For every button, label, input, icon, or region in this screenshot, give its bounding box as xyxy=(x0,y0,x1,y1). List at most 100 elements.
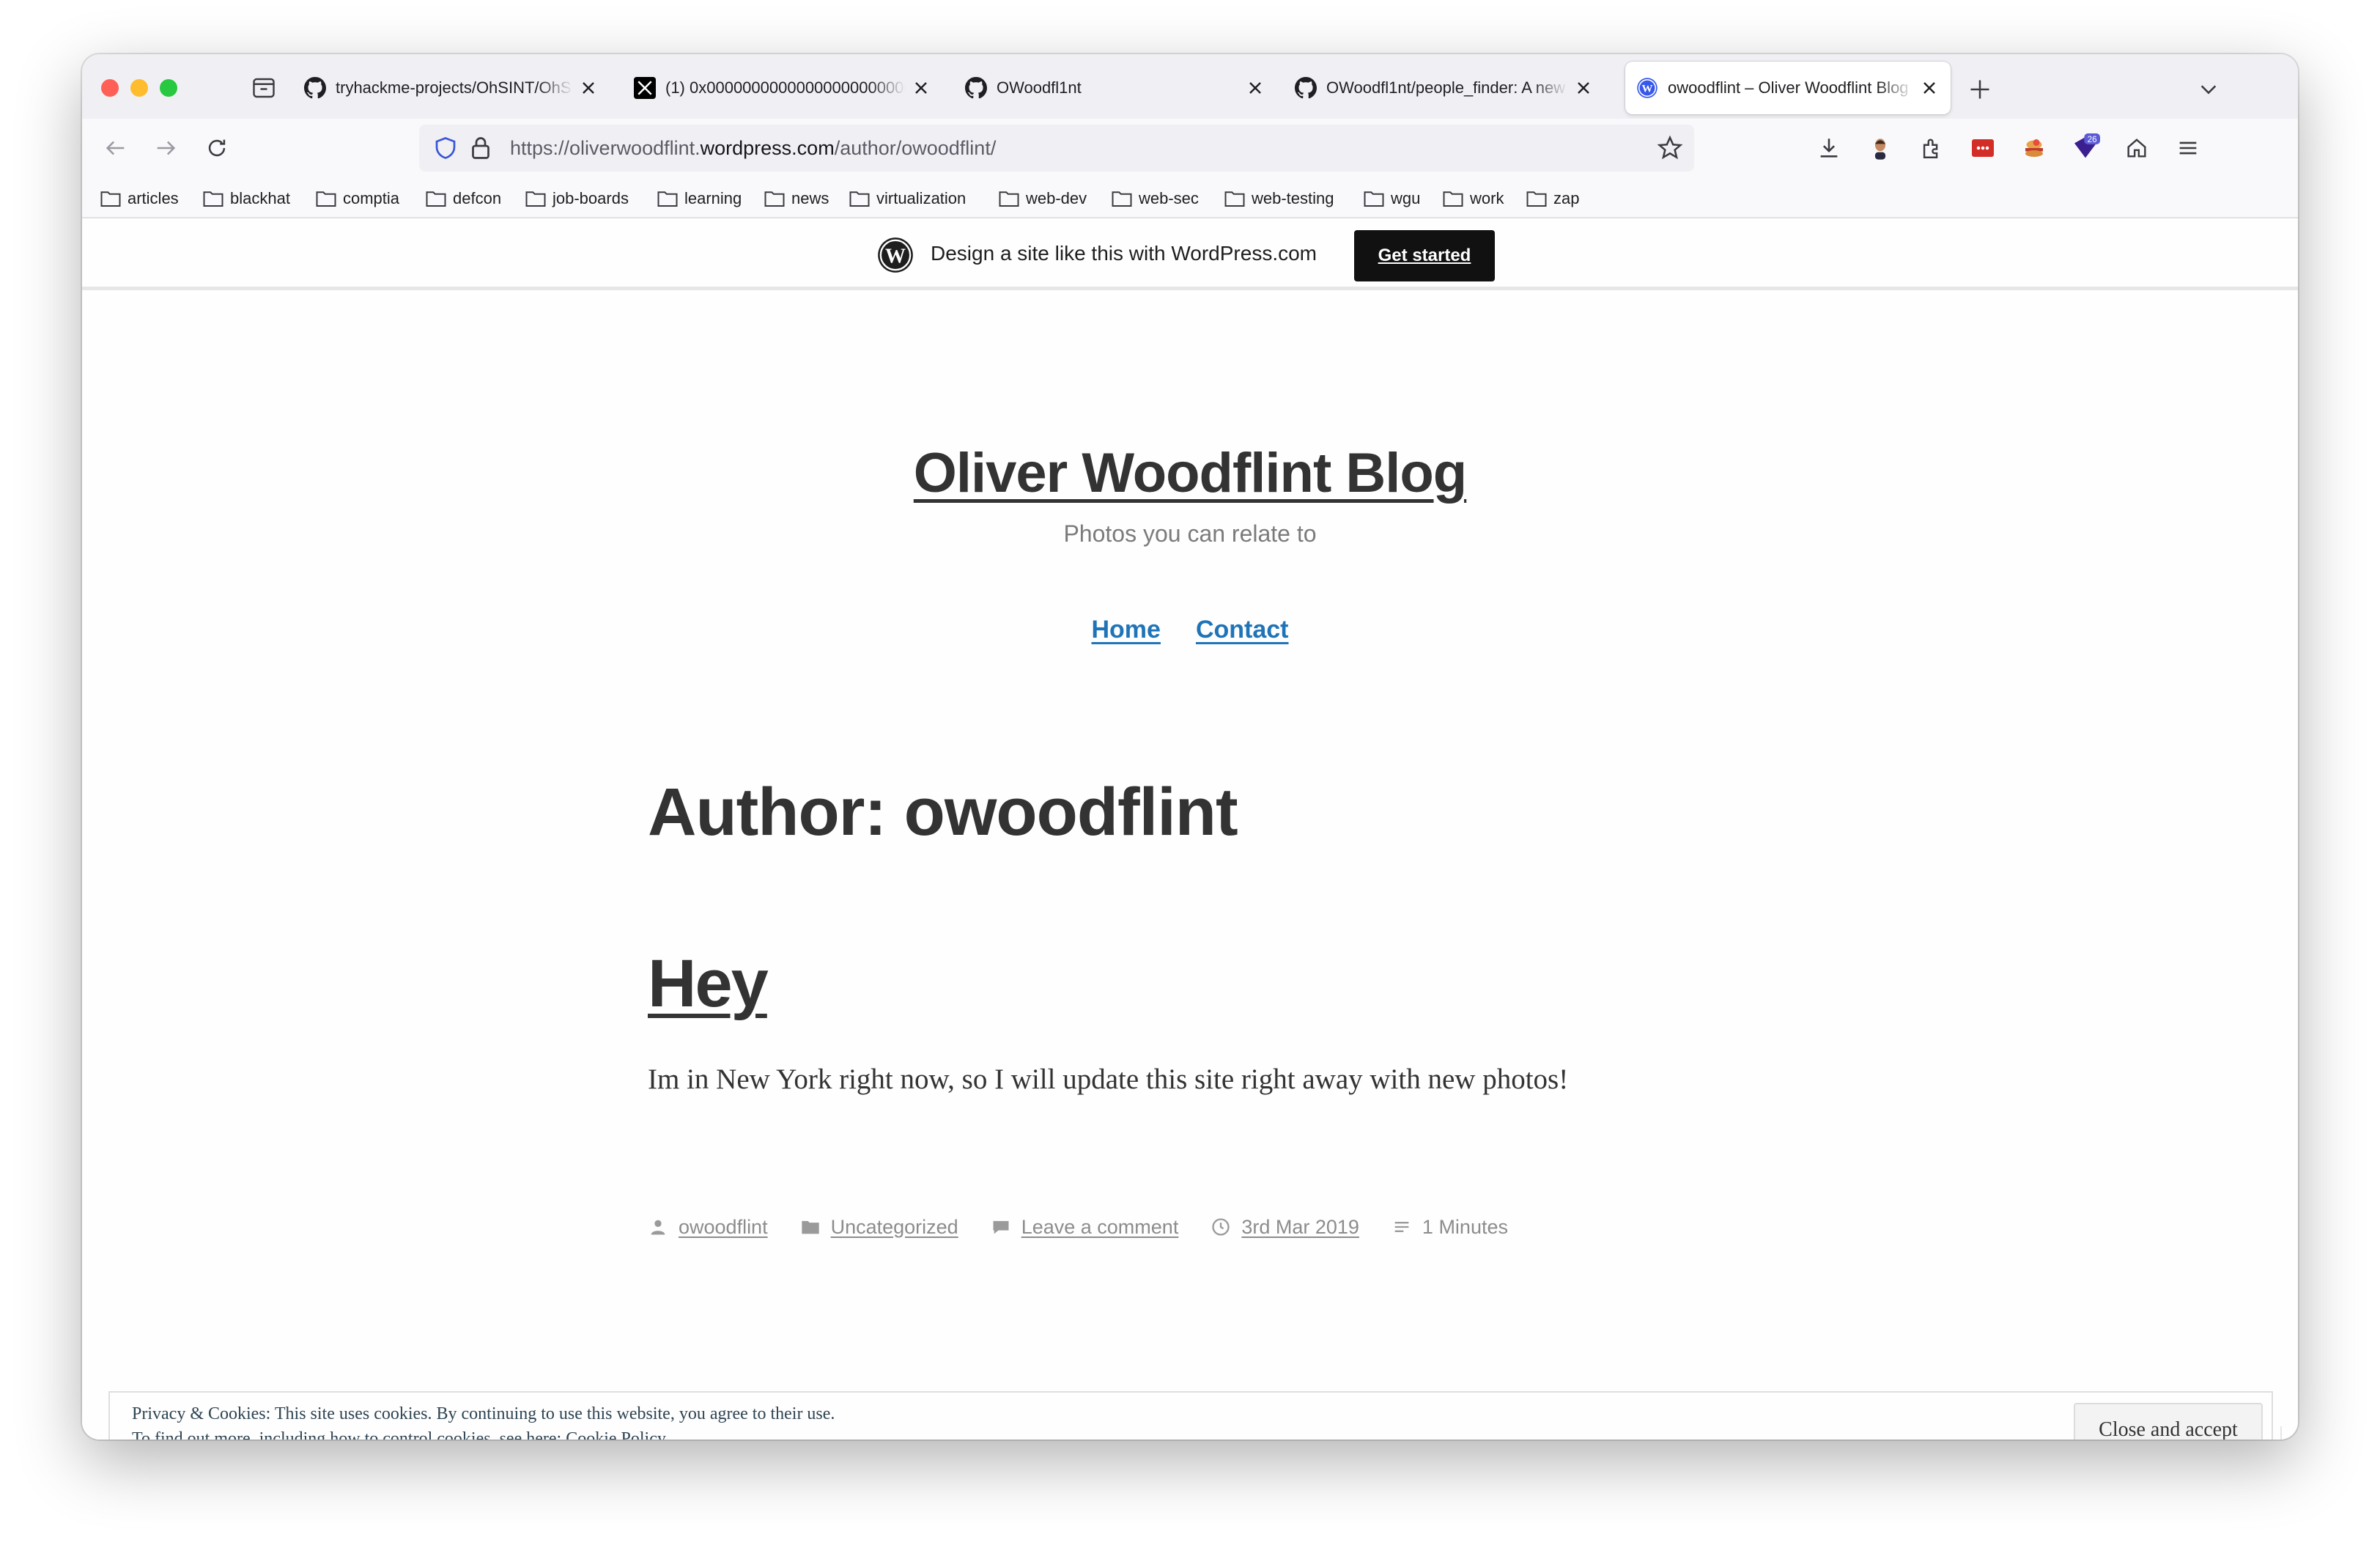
bookmark-folder[interactable]: zap xyxy=(1526,186,1579,211)
post-category: Uncategorized xyxy=(800,1216,958,1239)
svg-text:W: W xyxy=(885,245,906,268)
primary-menu: Home Contact xyxy=(82,616,2298,644)
tab-title: OWoodfl1nt/people_finder: A new xyxy=(1326,78,1566,97)
reload-icon[interactable] xyxy=(199,130,234,166)
reading-time-text: 1 Minutes xyxy=(1422,1215,1508,1238)
site-title: Oliver Woodflint Blog xyxy=(82,441,2298,505)
cookie-policy-link[interactable]: Cookie Policy xyxy=(566,1429,666,1440)
leave-comment-link[interactable]: Leave a comment xyxy=(1021,1216,1179,1239)
forward-arrow-icon[interactable] xyxy=(148,130,183,166)
close-and-accept-button[interactable]: Close and accept xyxy=(2074,1403,2263,1440)
close-window-button[interactable] xyxy=(101,79,119,97)
bookmark-folder[interactable]: work xyxy=(1442,186,1504,211)
promo-text: Design a site like this with WordPress.c… xyxy=(931,242,1317,265)
lastpass-extension-icon[interactable] xyxy=(1967,132,1999,164)
category-link[interactable]: Uncategorized xyxy=(831,1216,958,1239)
new-tab-icon[interactable] xyxy=(1967,76,1993,103)
hamburger-menu-icon[interactable] xyxy=(2172,132,2204,164)
navigation-toolbar: https://oliverwoodflint.wordpress.com/au… xyxy=(82,119,2298,177)
get-started-button[interactable]: Get started xyxy=(1354,230,1495,281)
folder-icon xyxy=(1364,191,1384,207)
url-text[interactable]: https://oliverwoodflint.wordpress.com/au… xyxy=(510,137,996,160)
date-link[interactable]: 3rd Mar 2019 xyxy=(1241,1216,1359,1239)
downloads-icon[interactable] xyxy=(1813,132,1845,164)
svg-text:W: W xyxy=(1642,84,1653,95)
bookmark-folder[interactable]: web-sec xyxy=(1111,186,1199,211)
close-tab-icon[interactable] xyxy=(910,77,932,99)
post-comments: Leave a comment xyxy=(991,1216,1179,1239)
close-tab-icon[interactable] xyxy=(1572,77,1594,99)
bookmark-folder[interactable]: web-dev xyxy=(998,186,1087,211)
close-tab-icon[interactable] xyxy=(1244,77,1266,99)
browser-window: tryhackme-projects/OhSINT/OhSINT.md (1) … xyxy=(82,54,2298,1440)
site-tagline: Photos you can relate to xyxy=(1063,520,1317,547)
wordpress-logo-icon[interactable]: W xyxy=(876,236,914,274)
folder-icon xyxy=(203,191,223,207)
folder-icon xyxy=(100,191,121,207)
post-excerpt: Im in New York right now, so I will upda… xyxy=(648,1064,1569,1095)
tracking-protection-shield-icon[interactable] xyxy=(432,135,459,161)
post-author: owoodflint xyxy=(648,1216,768,1239)
bookmark-folder[interactable]: learning xyxy=(657,186,742,211)
folder-icon xyxy=(1112,191,1132,207)
tab-people-finder[interactable]: OWoodfl1nt/people_finder: A new xyxy=(1284,62,1605,114)
svg-text:26: 26 xyxy=(2088,135,2097,144)
bookmark-folder[interactable]: defcon xyxy=(425,186,501,211)
cookie-policy-line: To find out more, including how to contr… xyxy=(132,1429,666,1440)
minimize-window-button[interactable] xyxy=(130,79,148,97)
close-tab-icon[interactable] xyxy=(1918,77,1940,99)
person-icon xyxy=(651,1220,665,1235)
tab-tryhackme[interactable]: tryhackme-projects/OhSINT/OhSINT.md xyxy=(293,62,610,114)
comment-icon xyxy=(993,1220,1009,1234)
tab-owoodfl1nt[interactable]: OWoodfl1nt xyxy=(954,62,1276,114)
cookie-consent-banner: Privacy & Cookies: This site uses cookie… xyxy=(108,1391,2273,1440)
folder-icon xyxy=(1224,191,1245,207)
bookmark-folder[interactable]: articles xyxy=(100,186,179,211)
post-date: 3rd Mar 2019 xyxy=(1211,1216,1359,1239)
firefox-view-icon[interactable] xyxy=(251,75,277,101)
tab-strip: tryhackme-projects/OhSINT/OhSINT.md (1) … xyxy=(82,54,2298,119)
tab-x[interactable]: (1) 0x000000000000000000000000000 xyxy=(623,62,942,114)
github-icon xyxy=(303,76,327,100)
home-icon[interactable] xyxy=(2121,132,2153,164)
web-page: W Design a site like this with WordPress… xyxy=(82,220,2298,1440)
tab-title: tryhackme-projects/OhSINT/OhSINT.md xyxy=(336,78,573,97)
bookmark-folder[interactable]: job-boards xyxy=(525,186,629,211)
author-link[interactable]: owoodflint xyxy=(679,1216,768,1239)
close-tab-icon[interactable] xyxy=(577,77,599,99)
account-avatar-icon[interactable] xyxy=(1864,132,1896,164)
menu-item-home[interactable]: Home xyxy=(1091,616,1160,644)
tab-wordpress-active[interactable]: W owoodflint – Oliver Woodflint Blog xyxy=(1625,62,1951,114)
post-title-link[interactable]: Hey xyxy=(648,946,769,1022)
cookie-notice-text: Privacy & Cookies: This site uses cookie… xyxy=(132,1404,835,1423)
github-icon xyxy=(1294,76,1318,100)
back-arrow-icon[interactable] xyxy=(98,130,133,166)
lock-icon[interactable] xyxy=(468,135,494,161)
chevron-down-icon[interactable] xyxy=(2195,76,2222,103)
bookmark-folder[interactable]: blackhat xyxy=(202,186,290,211)
site-title-link[interactable]: Oliver Woodflint Blog xyxy=(914,442,1467,504)
folder-icon xyxy=(801,1220,819,1234)
extensions-puzzle-icon[interactable] xyxy=(1915,132,1948,164)
address-bar[interactable]: https://oliverwoodflint.wordpress.com/au… xyxy=(419,125,1694,172)
folder-icon xyxy=(849,191,870,207)
menu-item-contact[interactable]: Contact xyxy=(1196,616,1289,644)
bookmark-folder[interactable]: news xyxy=(764,186,829,211)
bookmark-folder[interactable]: wgu xyxy=(1363,186,1420,211)
bookmark-star-icon[interactable] xyxy=(1656,134,1684,162)
folder-icon xyxy=(999,191,1019,207)
wordpress-promo-banner: W Design a site like this with WordPress… xyxy=(82,220,2298,290)
bookmark-folder[interactable]: web-testing xyxy=(1224,186,1334,211)
bookmarks-toolbar: articles blackhat comptia defcon job-boa… xyxy=(82,177,2298,218)
post-meta: owoodflint Uncategorized Leave a comment… xyxy=(648,1211,1540,1243)
clock-icon xyxy=(1212,1218,1230,1236)
github-icon xyxy=(964,76,988,100)
extension-badge-icon[interactable]: 26 xyxy=(2069,132,2102,164)
extension-burger-icon[interactable] xyxy=(2018,132,2050,164)
folder-icon xyxy=(525,191,546,207)
zoom-window-button[interactable] xyxy=(160,79,177,97)
tab-title: owoodflint – Oliver Woodflint Blog xyxy=(1668,78,1909,97)
bookmark-folder[interactable]: virtualization xyxy=(849,186,966,211)
bookmark-folder[interactable]: comptia xyxy=(315,186,399,211)
folder-icon xyxy=(1443,191,1463,207)
